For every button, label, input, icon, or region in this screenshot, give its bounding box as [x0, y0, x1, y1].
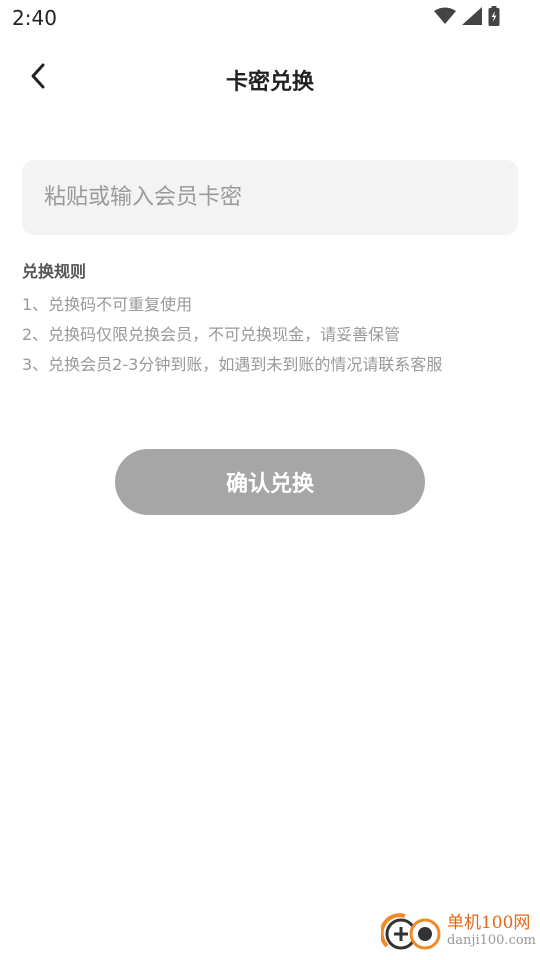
rule-item: 1、兑换码不可重复使用: [22, 295, 193, 314]
confirm-redeem-button[interactable]: 确认兑换: [115, 449, 425, 515]
status-time: 2:40: [12, 6, 57, 30]
rule-item: 3、兑换会员2-3分钟到账，如遇到未到账的情况请联系客服: [22, 355, 443, 374]
status-icons: [434, 6, 500, 26]
navigation-bar: 卡密兑换: [0, 44, 540, 108]
rules-title: 兑换规则: [22, 262, 87, 281]
status-bar: 2:40: [0, 0, 540, 36]
card-code-input[interactable]: [22, 160, 518, 235]
card-code-input-container: [22, 160, 518, 235]
page-title: 卡密兑换: [225, 70, 314, 95]
watermark-url: danji100.com: [446, 933, 536, 948]
watermark-brand: 单机100网: [446, 913, 531, 933]
wifi-icon: [434, 7, 456, 25]
cellular-signal-icon: [462, 7, 482, 25]
danji100-logo-icon: [379, 908, 443, 956]
battery-charging-icon: [488, 6, 500, 26]
redeem-rules: 兑换规则 1、兑换码不可重复使用 2、兑换码仅限兑换会员，不可兑换现金，请妥善保…: [22, 258, 522, 380]
rule-item: 2、兑换码仅限兑换会员，不可兑换现金，请妥善保管: [22, 325, 401, 344]
watermark: 单机100网 danji100.com: [379, 908, 536, 956]
